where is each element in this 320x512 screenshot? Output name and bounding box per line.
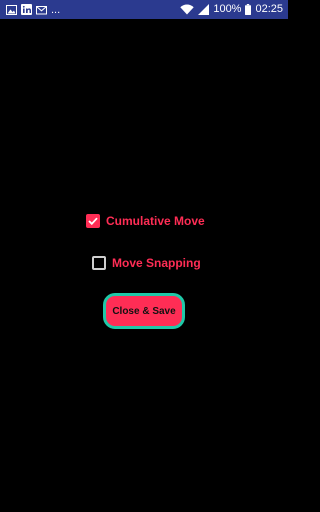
- battery-percent: 100%: [213, 3, 242, 15]
- image-icon: [6, 4, 17, 15]
- cumulative-move-label: Cumulative Move: [106, 214, 205, 228]
- wifi-icon: [180, 4, 195, 15]
- clock: 02:25: [255, 3, 283, 15]
- status-bar: ... 100% 02:25: [0, 0, 288, 19]
- notification-overflow: ...: [51, 3, 61, 16]
- move-snapping-label: Move Snapping: [112, 256, 201, 270]
- battery-icon: [245, 4, 252, 15]
- close-and-save-button[interactable]: Close & Save: [103, 293, 185, 329]
- notification-area: ...: [6, 3, 60, 16]
- move-snapping-option[interactable]: Move Snapping: [92, 256, 201, 270]
- mail-icon: [36, 5, 47, 15]
- checkmark-icon: [88, 217, 98, 225]
- linkedin-icon: [21, 4, 32, 15]
- cumulative-move-checkbox[interactable]: [86, 214, 100, 228]
- system-tray: 100% 02:25: [180, 2, 283, 17]
- settings-panel: Cumulative Move Move Snapping Close & Sa…: [0, 19, 288, 512]
- cumulative-move-option[interactable]: Cumulative Move: [86, 214, 205, 228]
- signal-icon: [198, 4, 210, 15]
- move-snapping-checkbox[interactable]: [92, 256, 106, 270]
